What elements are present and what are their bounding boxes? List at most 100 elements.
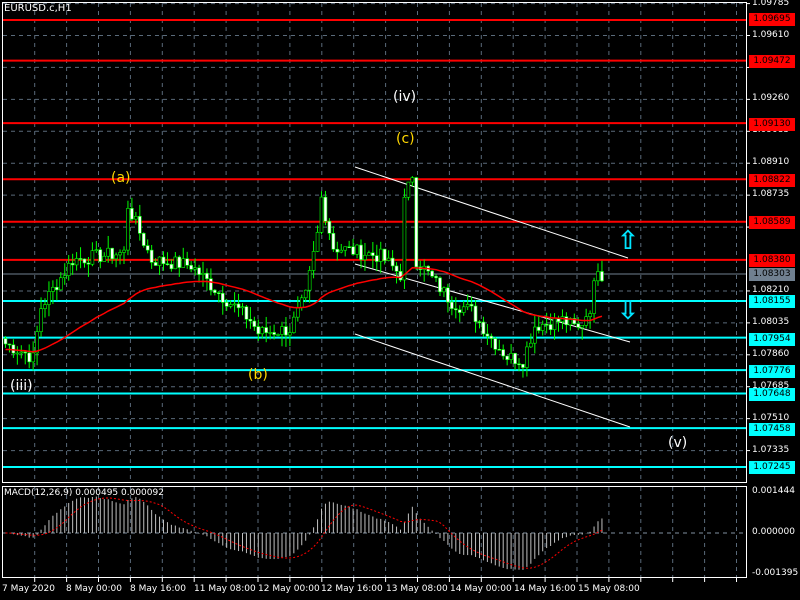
candle-body bbox=[295, 307, 300, 318]
candle-body bbox=[110, 247, 114, 260]
candle-body bbox=[339, 249, 344, 253]
time-label: 8 May 00:00 bbox=[66, 584, 122, 594]
candle-body bbox=[94, 249, 99, 252]
candle-body bbox=[378, 248, 383, 262]
candle-body bbox=[450, 301, 454, 309]
candle-body bbox=[228, 304, 233, 307]
candle-body bbox=[43, 304, 47, 309]
price-tick-label: 1.07335 bbox=[752, 444, 790, 455]
candle-body bbox=[51, 286, 55, 292]
candle-body bbox=[600, 271, 604, 282]
candle-body bbox=[86, 262, 91, 265]
candle-body bbox=[173, 256, 178, 270]
price-tick-label: 1.09785 bbox=[752, 0, 790, 8]
candle-body bbox=[244, 306, 249, 320]
candle-body bbox=[55, 286, 59, 291]
candle-body bbox=[141, 233, 146, 246]
candle-body bbox=[240, 306, 245, 309]
candle-body bbox=[592, 280, 596, 314]
price-tick-label: 1.09260 bbox=[752, 93, 790, 104]
candle-body bbox=[414, 177, 419, 268]
candle-body bbox=[481, 321, 486, 335]
time-label: 12 May 00:00 bbox=[258, 584, 320, 594]
candle-body bbox=[493, 338, 498, 350]
candle-body bbox=[126, 208, 130, 251]
candle-body bbox=[453, 308, 458, 311]
candle-body bbox=[130, 208, 134, 220]
wave-label-b: (b) bbox=[248, 367, 268, 383]
candle-body bbox=[169, 263, 174, 270]
candle-body bbox=[106, 247, 110, 257]
candle-body bbox=[323, 196, 328, 222]
candle-body bbox=[268, 332, 272, 334]
candle-body bbox=[351, 246, 355, 255]
candle-body bbox=[588, 313, 592, 318]
candle-body bbox=[446, 287, 450, 303]
candle-body bbox=[82, 258, 87, 264]
candle-body bbox=[525, 346, 529, 368]
candle-body bbox=[252, 320, 257, 327]
price-tick-label: 1.08210 bbox=[752, 284, 790, 295]
resistance-tag: 1.09472 bbox=[749, 55, 795, 68]
price-tick-label: 1.09610 bbox=[752, 29, 790, 40]
candle-body bbox=[438, 277, 442, 293]
candle-body bbox=[406, 181, 411, 198]
support-tag: 1.07245 bbox=[749, 461, 795, 474]
resistance-tag: 1.08589 bbox=[749, 216, 795, 229]
candle-body bbox=[260, 327, 265, 335]
candle-body bbox=[114, 254, 118, 260]
down-arrow-icon: ⇩ bbox=[617, 296, 639, 326]
support-tag: 1.08155 bbox=[749, 295, 795, 308]
candle-body bbox=[461, 306, 466, 313]
price-tick-label: 1.07510 bbox=[752, 412, 790, 423]
candle-body bbox=[580, 325, 585, 328]
candle-body bbox=[149, 249, 154, 263]
candle-body bbox=[220, 292, 225, 303]
candle-body bbox=[185, 258, 189, 266]
channel-line bbox=[354, 166, 629, 259]
candle-body bbox=[161, 256, 166, 265]
candle-body bbox=[347, 246, 351, 249]
candle-body bbox=[292, 316, 296, 333]
candle-body bbox=[205, 272, 209, 279]
moving-average-line bbox=[5, 266, 603, 353]
candle-body bbox=[66, 263, 71, 276]
candle-body bbox=[382, 248, 387, 261]
wave-label-c: (c) bbox=[396, 131, 415, 147]
candle-body bbox=[90, 250, 95, 265]
candle-body bbox=[15, 352, 20, 355]
resistance-tag: 1.09130 bbox=[749, 118, 795, 131]
candle-body bbox=[355, 244, 359, 255]
candle-body bbox=[39, 308, 43, 332]
candle-body bbox=[374, 255, 379, 262]
candle-body bbox=[145, 245, 150, 251]
candle-body bbox=[335, 248, 340, 253]
macd-axis-zero: 0.000000 bbox=[752, 527, 795, 537]
candle-body bbox=[540, 324, 545, 331]
candle-body bbox=[264, 327, 269, 334]
candle-body bbox=[153, 262, 158, 266]
candle-body bbox=[31, 352, 35, 363]
candle-body bbox=[189, 264, 193, 270]
candle-body bbox=[78, 258, 83, 260]
candle-body bbox=[197, 267, 201, 275]
candle-body bbox=[544, 324, 549, 326]
candle-body bbox=[521, 363, 525, 368]
macd-axis-min: -0.001395 bbox=[752, 568, 799, 578]
candle-body bbox=[410, 177, 415, 183]
current-price-tag: 1.08303 bbox=[749, 268, 795, 281]
candle-body bbox=[276, 334, 280, 336]
candle-body bbox=[3, 338, 8, 345]
candle-body bbox=[513, 352, 517, 365]
candle-body bbox=[74, 258, 79, 266]
candle-body bbox=[548, 324, 553, 330]
candle-body bbox=[58, 277, 63, 291]
support-tag: 1.07776 bbox=[749, 365, 795, 378]
candle-body bbox=[398, 271, 403, 281]
candle-body bbox=[485, 333, 490, 337]
candle-body bbox=[327, 220, 332, 234]
candle-body bbox=[371, 252, 375, 256]
candle-body bbox=[62, 275, 67, 279]
candle-body bbox=[303, 289, 308, 299]
resistance-tag: 1.09695 bbox=[749, 13, 795, 26]
